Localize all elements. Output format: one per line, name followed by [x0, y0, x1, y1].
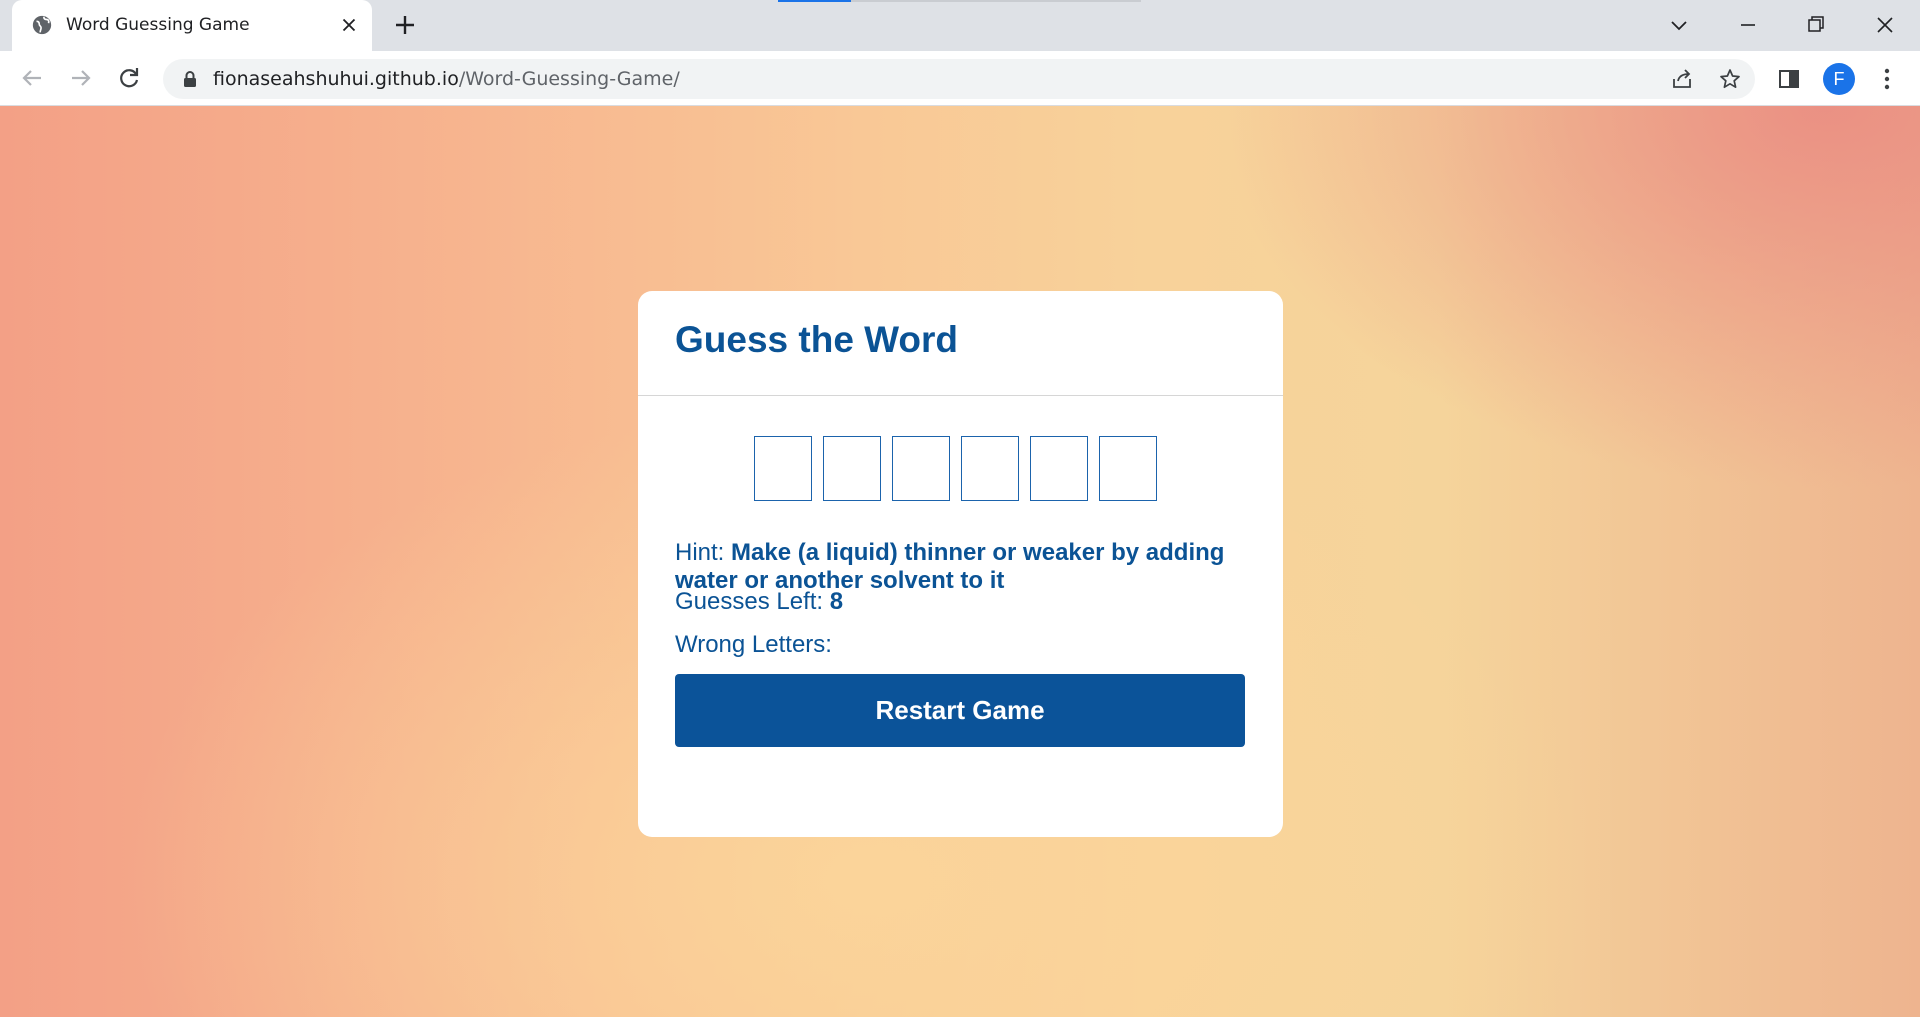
- back-icon[interactable]: [18, 64, 46, 92]
- loading-indicator: [778, 0, 851, 2]
- close-tab-icon[interactable]: [338, 14, 360, 36]
- guesses-count: 8: [829, 588, 844, 615]
- guesses-row: Guesses Left: 8: [675, 588, 843, 616]
- side-panel-icon[interactable]: [1776, 66, 1802, 92]
- close-window-icon[interactable]: [1870, 10, 1900, 40]
- browser-toolbar: fionaseahshuhui.github.io/Word-Guessing-…: [0, 51, 1920, 106]
- new-tab-icon[interactable]: [393, 13, 417, 37]
- letter-slot: [961, 436, 1019, 501]
- minimize-icon[interactable]: [1733, 10, 1763, 40]
- game-card: Guess the Word Hint: Make (a liquid) thi…: [638, 291, 1283, 837]
- browser-tab[interactable]: Word Guessing Game: [12, 0, 372, 51]
- bookmark-star-icon[interactable]: [1718, 67, 1742, 91]
- wrong-letters-label: Wrong Letters:: [675, 631, 832, 658]
- profile-avatar[interactable]: F: [1823, 63, 1855, 95]
- lock-icon[interactable]: [180, 69, 200, 89]
- address-bar[interactable]: fionaseahshuhui.github.io/Word-Guessing-…: [163, 59, 1755, 99]
- url-path: /Word-Guessing-Game/: [458, 68, 680, 90]
- reload-icon[interactable]: [115, 64, 143, 92]
- letter-slot: [1099, 436, 1157, 501]
- game-title: Guess the Word: [675, 319, 959, 360]
- hint-label: Hint:: [675, 539, 725, 566]
- loading-track: [851, 0, 1141, 2]
- restore-icon[interactable]: [1801, 10, 1831, 40]
- letter-slot: [823, 436, 881, 501]
- share-icon[interactable]: [1670, 67, 1694, 91]
- menu-kebab-icon[interactable]: [1874, 66, 1900, 92]
- hint-text: Make (a liquid) thinner or weaker by add…: [675, 539, 1225, 594]
- card-header: Guess the Word: [638, 291, 1283, 396]
- letter-slot: [892, 436, 950, 501]
- tab-search-icon[interactable]: [1664, 10, 1694, 40]
- hint-row: Hint: Make (a liquid) thinner or weaker …: [675, 539, 1255, 595]
- url-host: fionaseahshuhui.github.io: [213, 68, 459, 90]
- wrong-letters-row: Wrong Letters:: [675, 631, 832, 659]
- letter-slot: [754, 436, 812, 501]
- letter-slot: [1030, 436, 1088, 501]
- url-text: fionaseahshuhui.github.io/Word-Guessing-…: [213, 68, 680, 90]
- globe-icon: [32, 15, 52, 35]
- restart-game-button[interactable]: Restart Game: [675, 674, 1245, 747]
- guesses-label: Guesses Left:: [675, 588, 824, 615]
- forward-icon[interactable]: [67, 64, 95, 92]
- tab-strip: Word Guessing Game: [0, 0, 1920, 51]
- page-viewport: Guess the Word Hint: Make (a liquid) thi…: [0, 106, 1920, 1017]
- tab-title: Word Guessing Game: [66, 15, 250, 35]
